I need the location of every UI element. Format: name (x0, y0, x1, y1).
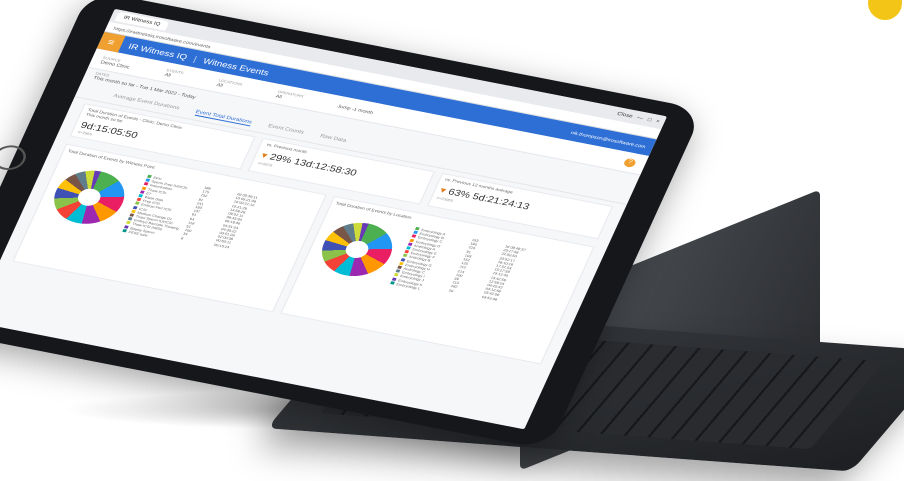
witness-point-pie[interactable] (44, 165, 134, 230)
kpi-prev12-count: n=23965 (435, 196, 454, 203)
legend-swatch (399, 261, 404, 266)
legend-swatch (406, 246, 411, 250)
legend-swatch (127, 217, 133, 221)
legend-text: 20 (448, 288, 455, 293)
legend-swatch (136, 197, 142, 202)
events-filter[interactable]: EVENTS All (164, 68, 184, 80)
location-pie[interactable] (312, 217, 402, 282)
legend-swatch (143, 182, 149, 186)
minimize-icon[interactable]: — (636, 115, 644, 122)
legend-swatch (131, 209, 136, 213)
legend-swatch (413, 230, 418, 235)
yellow-decoration (868, 0, 902, 20)
legend-swatch (409, 238, 415, 242)
tablet-screen: IR Witness IQ Close — □ × https://irwitn… (0, 8, 668, 430)
close-button[interactable]: Close (616, 111, 634, 119)
source-filter[interactable]: SOURCE Demo Clinic (100, 55, 132, 69)
legend-swatch (125, 221, 131, 225)
legend-swatch (400, 257, 406, 262)
pie-hole (74, 186, 104, 208)
legend-swatch (404, 250, 410, 254)
legend-swatch (132, 205, 138, 210)
locations-filter[interactable]: LOCATIONS All (216, 78, 243, 91)
legend-swatch (134, 201, 140, 206)
legend-swatch (402, 253, 408, 258)
legend-swatch (411, 234, 417, 239)
kpi-prev-count: n=3978 (257, 161, 273, 168)
menu-icon[interactable]: ≡ (96, 31, 126, 53)
operators-filter[interactable]: OPERATORS All (275, 89, 304, 102)
location-counts: 153 190 223 91 103 152 125 112 214 100 39 113 182 20 (448, 238, 479, 293)
location-totals: 1d 09:48:37 23:17:58 22:50:50 20:52:17 18:10… (481, 244, 526, 302)
count-cell: 8 (180, 236, 188, 241)
tab-raw-data[interactable]: Raw Data (318, 133, 347, 144)
legend-swatch (145, 178, 151, 183)
legend-swatch (395, 269, 401, 273)
help-icon[interactable]: ? (622, 157, 638, 168)
pie-hole (342, 239, 372, 260)
legend-swatch (138, 194, 144, 198)
close-icon[interactable]: × (655, 119, 661, 125)
maximize-icon[interactable]: □ (646, 117, 652, 123)
legend-swatch (391, 277, 397, 281)
tab-event-counts[interactable]: Event Counts (266, 123, 305, 136)
kpi-current-count: n=2985 (77, 130, 93, 137)
legend-swatch (122, 228, 128, 233)
location-legend: Embryology A Embryology B Embryology C Embr… (390, 226, 447, 291)
legend-swatch (124, 224, 129, 229)
legend-swatch (397, 265, 403, 270)
witness-point-totals: 2d 05:49:11 1d 05:21:36 1d 00:21:12 15:41:2… (213, 192, 258, 250)
legend-swatch (407, 242, 413, 246)
product-scene: IR Witness IQ Close — □ × https://irwitn… (0, 0, 904, 481)
legend-text: 8 (180, 235, 185, 241)
home-button[interactable] (0, 142, 31, 173)
legend-swatch (393, 273, 399, 277)
legend-swatch (141, 186, 147, 190)
title-divider: | (192, 54, 199, 64)
jump-button[interactable]: Jump -1 month (337, 103, 375, 115)
legend-swatch (414, 226, 420, 231)
legend-swatch (129, 213, 135, 217)
legend-swatch (147, 174, 152, 179)
legend-swatch (139, 190, 145, 194)
legend-swatch (390, 281, 396, 285)
